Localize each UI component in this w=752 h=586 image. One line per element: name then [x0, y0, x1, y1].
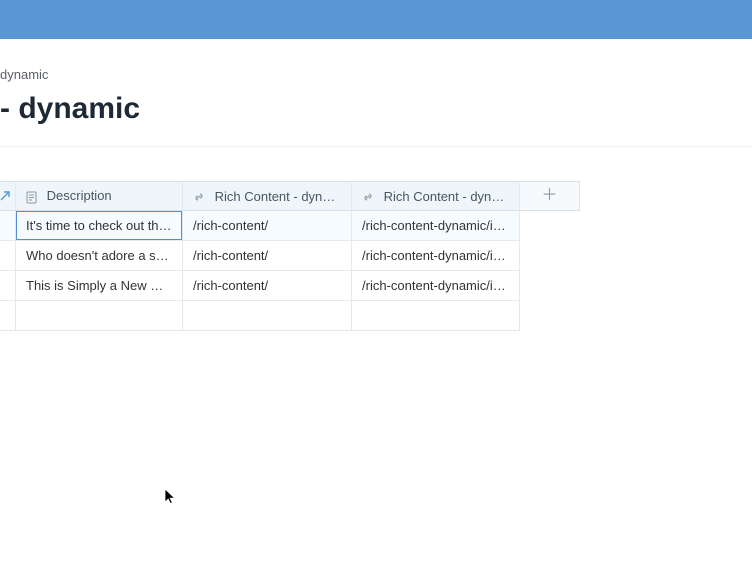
cell-rich-content-1[interactable]: /rich-content/ [183, 241, 352, 271]
row-stub[interactable] [0, 271, 16, 301]
cell-description[interactable]: This is Simply a New Rich … [16, 271, 183, 301]
column-label: Rich Content - dynam… [215, 189, 352, 204]
table-row[interactable]: Who doesn't adore a smili… /rich-content… [0, 241, 580, 271]
page-header: dynamic - dynamic [0, 39, 752, 147]
table-header-row: Description Rich Content - dynam… Rich C… [0, 181, 580, 211]
expand-column-header[interactable] [0, 181, 16, 211]
column-label: Description [47, 188, 112, 203]
document-icon [26, 191, 37, 204]
row-stub[interactable] [0, 241, 16, 271]
cell-rich-content-1[interactable]: /rich-content/ [183, 271, 352, 301]
table-row[interactable]: This is Simply a New Rich … /rich-conten… [0, 271, 580, 301]
top-app-bar [0, 0, 752, 39]
add-column-button[interactable]: ＋ [520, 181, 580, 211]
link-icon [193, 191, 205, 203]
cell-rich-content-1[interactable]: /rich-content/ [183, 211, 352, 241]
cell-rich-content-2[interactable]: /rich-content-dynamic/i-a… [352, 241, 520, 271]
link-icon [362, 191, 374, 203]
plus-icon: ＋ [541, 187, 557, 204]
cell-rich-content-2[interactable]: /rich-content-dynamic/i-a… [352, 211, 520, 241]
empty-cell[interactable] [16, 301, 183, 331]
data-table: Description Rich Content - dynam… Rich C… [0, 181, 752, 331]
column-header-rich-content-2[interactable]: Rich Content - dynam… [352, 181, 520, 211]
breadcrumb[interactable]: dynamic [0, 67, 752, 82]
empty-cell[interactable] [352, 301, 520, 331]
column-label: Rich Content - dynam… [384, 189, 520, 204]
table-row[interactable]: It's time to check out the … /rich-conte… [0, 211, 580, 241]
cell-rich-content-2[interactable]: /rich-content-dynamic/i-a… [352, 271, 520, 301]
expand-arrow-icon [0, 191, 15, 201]
page-title: - dynamic [0, 92, 752, 126]
mouse-cursor-icon [164, 488, 178, 506]
empty-cell[interactable] [183, 301, 352, 331]
column-header-description[interactable]: Description [16, 181, 183, 211]
add-row[interactable] [0, 301, 580, 331]
row-stub[interactable] [0, 301, 16, 331]
cell-description[interactable]: It's time to check out the … [16, 211, 183, 241]
row-stub[interactable] [0, 211, 16, 241]
column-header-rich-content-1[interactable]: Rich Content - dynam… [183, 181, 352, 211]
cell-description[interactable]: Who doesn't adore a smili… [16, 241, 183, 271]
